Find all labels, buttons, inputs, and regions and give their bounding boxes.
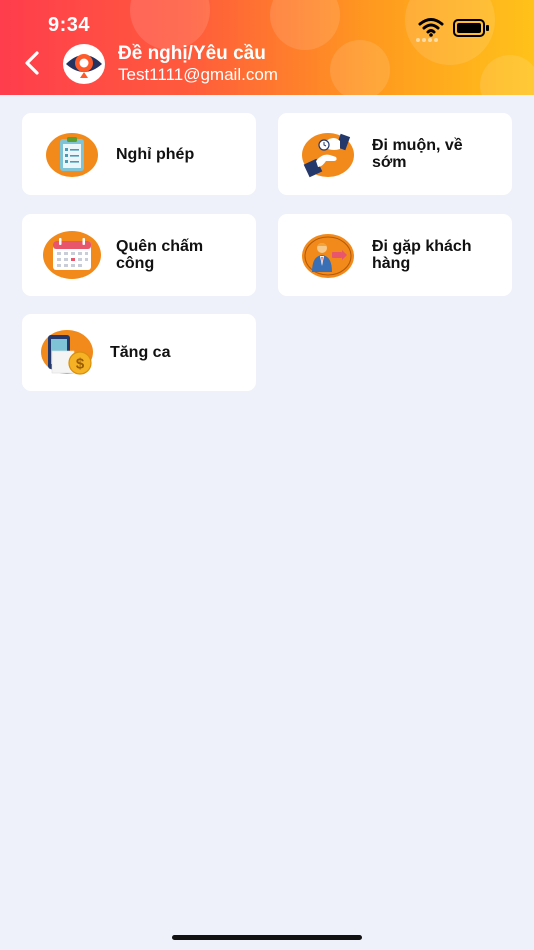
user-email: Test1111@gmail.com bbox=[118, 65, 278, 84]
request-label: Quên chấm công bbox=[116, 238, 204, 272]
eye-logo-icon bbox=[63, 44, 105, 84]
app-header: 9:34 Đề nghị/Yêu cầu Test1111@gmail.com bbox=[0, 0, 534, 95]
request-label: Nghỉ phép bbox=[116, 146, 195, 163]
businessman-icon bbox=[302, 234, 354, 278]
request-label: Tăng ca bbox=[110, 344, 171, 361]
svg-text:$: $ bbox=[76, 356, 85, 373]
chevron-left-icon[interactable] bbox=[20, 50, 46, 76]
clipboard-checklist-icon bbox=[46, 133, 98, 177]
request-card-meet-client[interactable]: Đi gặp khách hàng bbox=[278, 214, 512, 296]
phone-dollar-icon: $ bbox=[41, 330, 93, 375]
request-label: Đi muộn, về sớm bbox=[372, 137, 463, 171]
hand-clock-icon bbox=[302, 133, 354, 178]
home-indicator[interactable] bbox=[172, 935, 362, 940]
request-label: Đi gặp khách hàng bbox=[372, 238, 472, 272]
request-card-forgot-checkin[interactable]: Quên chấm công bbox=[22, 214, 256, 296]
calendar-icon bbox=[43, 231, 101, 279]
request-card-leave[interactable]: Nghỉ phép bbox=[22, 113, 256, 195]
request-card-late-early[interactable]: Đi muộn, về sớm bbox=[278, 113, 512, 195]
battery-icon bbox=[453, 19, 489, 37]
request-card-overtime[interactable]: $ Tăng ca bbox=[22, 314, 256, 391]
page-title: Đề nghị/Yêu cầu bbox=[118, 43, 266, 64]
status-time: 9:34 bbox=[48, 14, 91, 36]
status-icons bbox=[418, 18, 489, 37]
wifi-icon bbox=[418, 18, 444, 37]
